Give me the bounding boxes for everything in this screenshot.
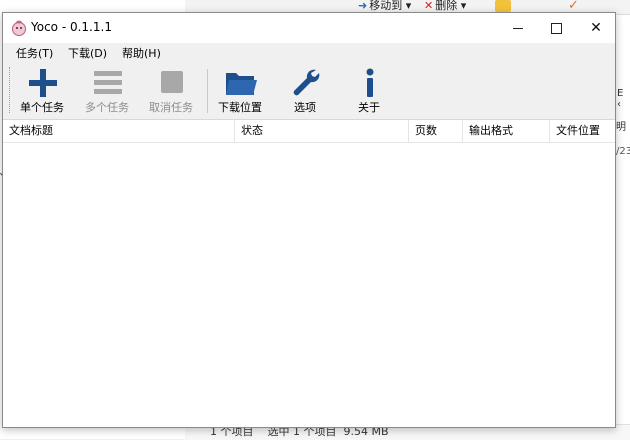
background-right-text-1: E ‹ (617, 88, 624, 110)
maximize-button[interactable] (537, 13, 575, 43)
download-location-button[interactable]: 下载位置 (208, 65, 272, 117)
toolbar: 单个任务 多个任务 取消任务 下载位置 选项 关于 (3, 63, 615, 120)
about-button[interactable]: 关于 (337, 65, 401, 117)
minimize-button[interactable] (499, 13, 537, 43)
multi-task-button[interactable]: 多个任务 (75, 65, 139, 117)
download-location-label: 下载位置 (218, 101, 262, 114)
plus-icon (29, 69, 57, 97)
close-button[interactable]: ✕ (577, 13, 615, 43)
delete-icon: ✕ (424, 0, 434, 12)
options-button[interactable]: 选项 (273, 65, 337, 117)
task-list[interactable]: 文档标题 状态 页数 输出格式 文件位置 (3, 120, 615, 427)
menu-task[interactable]: 任务(T) (14, 45, 55, 61)
cancel-task-button[interactable]: 取消任务 (139, 65, 203, 117)
single-task-button[interactable]: 单个任务 (10, 65, 74, 117)
close-icon: ✕ (590, 20, 602, 36)
cancel-task-label: 取消任务 (149, 101, 193, 114)
column-header-title[interactable]: 文档标题 (3, 120, 235, 142)
menu-download[interactable]: 下载(D) (66, 45, 109, 61)
list-icon (94, 71, 122, 94)
background-right-text-3: /23 (616, 146, 630, 157)
folder-icon (226, 73, 257, 95)
menu-help[interactable]: 帮助(H) (120, 45, 163, 61)
move-icon: ➜ (358, 0, 368, 12)
title-bar[interactable]: Yoco - 0.1.1.1 ✕ (3, 13, 615, 43)
app-logo-icon (12, 20, 26, 36)
column-header-status[interactable]: 状态 (235, 120, 409, 142)
options-label: 选项 (294, 101, 316, 114)
window-title: Yoco - 0.1.1.1 (31, 20, 112, 34)
about-label: 关于 (358, 101, 380, 114)
list-header: 文档标题 状态 页数 输出格式 文件位置 (3, 120, 615, 143)
multi-task-label: 多个任务 (85, 101, 129, 114)
minimize-icon (513, 27, 523, 29)
maximize-icon (550, 22, 562, 34)
background-right-text-2: 明 (616, 122, 626, 133)
stop-icon (161, 71, 183, 93)
column-header-pages[interactable]: 页数 (409, 120, 463, 142)
wrench-icon (293, 69, 320, 96)
column-header-format[interactable]: 输出格式 (463, 120, 550, 142)
yoco-window: Yoco - 0.1.1.1 ✕ 任务(T) 下载(D) 帮助(H) 单个任务 … (2, 12, 616, 428)
column-header-location[interactable]: 文件位置 (550, 120, 615, 142)
menu-bar: 任务(T) 下载(D) 帮助(H) (3, 43, 615, 63)
info-icon (366, 68, 374, 97)
single-task-label: 单个任务 (20, 101, 64, 114)
background-folder-icon (495, 0, 511, 12)
